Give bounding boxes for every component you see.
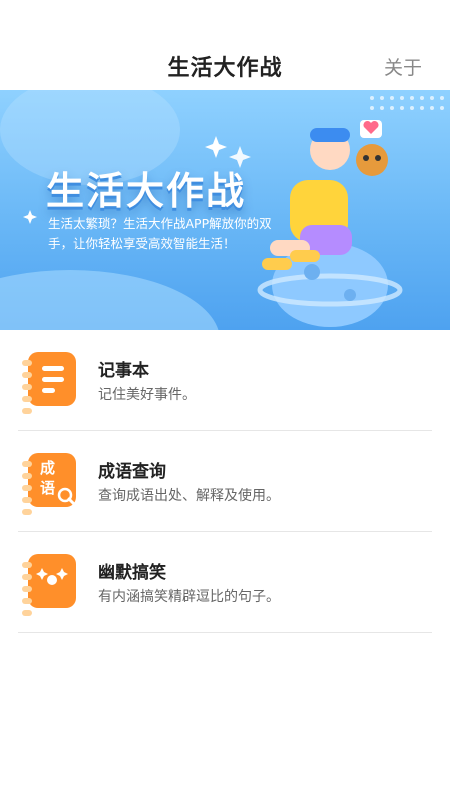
item-subtitle: 查询成语出处、解释及使用。 [98,488,280,504]
list-item-notebook[interactable]: 记事本 记住美好事件。 [18,330,432,431]
feature-list: 记事本 记住美好事件。 成 语 成语查询 查询成语出处、解释及使用。 幽默搞笑 [18,330,432,633]
about-link[interactable]: 关于 [384,53,422,80]
item-subtitle: 记住美好事件。 [98,387,196,403]
list-item-idiom[interactable]: 成 语 成语查询 查询成语出处、解释及使用。 [18,431,432,532]
notebook-icon [22,352,76,414]
item-title: 成语查询 [98,462,166,482]
item-title: 幽默搞笑 [98,563,166,583]
banner-subtitle: 生活太繁琐？生活大作战APP解放你的双手，让你轻松享受高效智能生活！ [48,216,272,251]
idiom-search-icon: 成 语 [22,453,76,515]
hero-banner: 生活大作战 生活太繁琐？生活大作战APP解放你的双手，让你轻松享受高效智能生活！ [0,90,450,330]
banner-title: 生活大作战 [46,169,247,213]
page-title: 生活大作战 [167,56,283,81]
app-header: 生活大作战 关于 [0,0,450,90]
list-item-humor[interactable]: 幽默搞笑 有内涵搞笑精辟逗比的句子。 [18,532,432,633]
item-subtitle: 有内涵搞笑精辟逗比的句子。 [98,589,280,605]
clown-face-icon [22,554,76,616]
item-title: 记事本 [98,361,149,381]
